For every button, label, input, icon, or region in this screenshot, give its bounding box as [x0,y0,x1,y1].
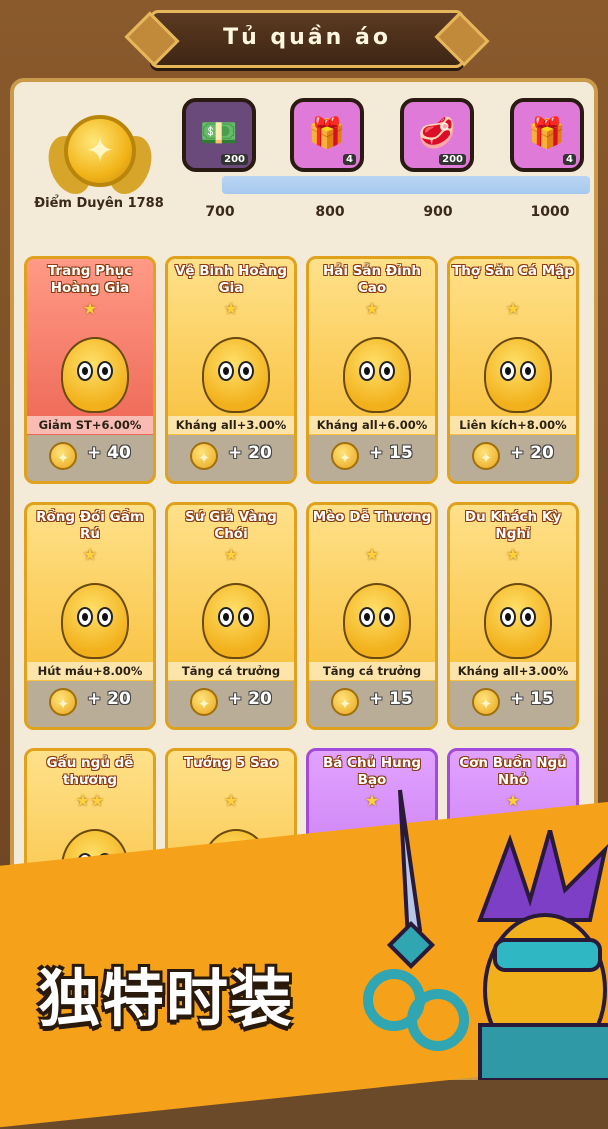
costume-cost: + 20 [87,689,131,709]
charm-coin-icon: ✦ [190,442,218,470]
costume-effect: Kháng all+3.00% [168,416,294,434]
costume-name: Thợ Săn Cá Mập [452,263,574,279]
charm-coin-icon: ✦ [331,688,359,716]
costume-name: Rồng Đói Gầm Rú [36,509,144,542]
milestone-reward-700[interactable]: 💵 200 [182,98,256,172]
costume-cost-bar: ✦ + 20 [168,435,294,481]
scissors-icon [363,789,469,1051]
milestone-label: 700 [205,204,235,220]
milestone-label: 1000 [530,204,570,220]
costume-effect: Hút máu+8.00% [27,662,153,680]
cash-check-icon: 💵 [200,116,238,151]
costume-name: Sứ Giả Vàng Chói [185,509,277,542]
charm-coin-icon: ✦ [472,442,500,470]
milestone-label: 800 [315,204,345,220]
costume-cost-bar: ✦ + 20 [168,681,294,727]
milestone-progress-fill [222,176,590,194]
costume-name: Trang Phục Hoàng Gia [47,263,133,296]
costume-cost: + 20 [510,443,554,463]
milestone-progress-track [222,176,590,194]
star-icon: ★ [364,545,380,564]
costume-name: Vệ Binh Hoàng Gia [174,263,288,296]
costume-card[interactable]: Trang Phục Hoàng Gia ★ Giảm ST+6.00% Tăng … [24,256,156,484]
costume-cost: + 15 [510,689,554,709]
costume-effect: Tăng cá trưởng phái+3.00% [309,662,435,696]
star-icon: ★ [223,791,239,810]
charm-coin-icon: ✦ [472,688,500,716]
costume-character [61,583,129,659]
star-icon: ★ [82,299,98,318]
costume-effect: Liên kích+8.00% [450,416,576,434]
costume-name: Gấu ngủ dễ thương [46,755,134,788]
costume-effect: Kháng all+3.00% [450,662,576,680]
costume-cost: + 15 [369,443,413,463]
star-icon: ★ [505,299,521,318]
costume-character [484,583,552,659]
costume-character [202,337,270,413]
costume-cost-bar: ✦ + 15 [450,681,576,727]
milestone-reward-800[interactable]: 🎁 4 [290,98,364,172]
costume-cost: + 20 [228,689,272,709]
treasure-chest-icon: 🎁 [308,116,346,151]
charm-coin-icon: ✦ [49,688,77,716]
costume-cost-bar: ✦ + 20 [27,681,153,727]
star-icon: ★★ [75,791,105,810]
costume-card[interactable]: Mèo Dễ Thương ★ Tăng cá trưởng phái+3.00%✦… [306,502,438,730]
star-icon: ★ [82,545,98,564]
costume-card[interactable]: Rồng Đói Gầm Rú ★ Hút máu+8.00% ✦ + 20 [24,502,156,730]
costume-cost-bar: ✦ + 20 [450,435,576,481]
milestone-label: 900 [423,204,453,220]
costume-character [61,337,129,413]
title-banner: Tủ quần áo [150,10,464,68]
costume-cost: + 15 [369,689,413,709]
costume-card[interactable]: Sứ Giả Vàng Chói ★ Tăng cá trưởng phái+3.0… [165,502,297,730]
costume-name: Du Khách Kỳ Nghỉ [464,509,562,542]
costume-cost: + 40 [87,443,131,463]
milestone-reward-1000[interactable]: 🎁 4 [510,98,584,172]
costume-character [202,583,270,659]
costume-card[interactable]: Thợ Săn Cá Mập ★ Liên kích+8.00% ✦ + 20 [447,256,579,484]
costume-cost: + 20 [228,443,272,463]
star-icon: ★ [364,299,380,318]
charm-medal-icon: ✦ [40,105,160,205]
milestone-reward-900[interactable]: 🥩 200 [400,98,474,172]
costume-card[interactable]: Du Khách Kỳ Nghỉ ★ Kháng all+3.00% ✦ + 15 [447,502,579,730]
costume-card[interactable]: Hải Sản Đỉnh Cao ★ Kháng all+6.00% ✦ + 15 [306,256,438,484]
meat-icon: 🥩 [418,116,456,151]
costume-character [343,337,411,413]
costume-cost-bar: ✦ + 15 [309,681,435,727]
costume-cost-bar: ✦ + 15 [309,435,435,481]
mascot-character-icon [477,830,608,1080]
costume-name: Cơn Buồn Ngủ Nhỏ [459,755,567,788]
star-icon: ★ [505,545,521,564]
costume-effect: Tăng cá trưởng phái+3.00% [168,662,294,696]
costume-effect: Giảm ST+6.00% Tăng vàng+10.00% [27,416,153,450]
star-icon: ★ [223,299,239,318]
star-icon: ★ [223,545,239,564]
page-title: Tủ quần áo [223,25,391,50]
charm-coin-icon: ✦ [190,688,218,716]
costume-character [484,337,552,413]
charm-score-label: Điểm Duyên 1788 [34,196,164,211]
charm-coin-icon: ✦ [331,442,359,470]
charm-coin-icon: ✦ [49,442,77,470]
costume-name: Tướng 5 Sao [183,755,279,771]
costume-name: Hải Sản Đỉnh Cao [322,263,422,296]
costume-name: Mèo Dễ Thương [312,509,432,525]
costume-card[interactable]: Vệ Binh Hoàng Gia ★ Kháng all+3.00% ✦ + 20 [165,256,297,484]
promo-text: 独特时装 [38,962,295,1035]
costume-character [343,583,411,659]
costume-effect: Kháng all+6.00% [309,416,435,434]
treasure-chest-icon: 🎁 [528,116,566,151]
costume-cost-bar: ✦ + 40 [27,435,153,481]
